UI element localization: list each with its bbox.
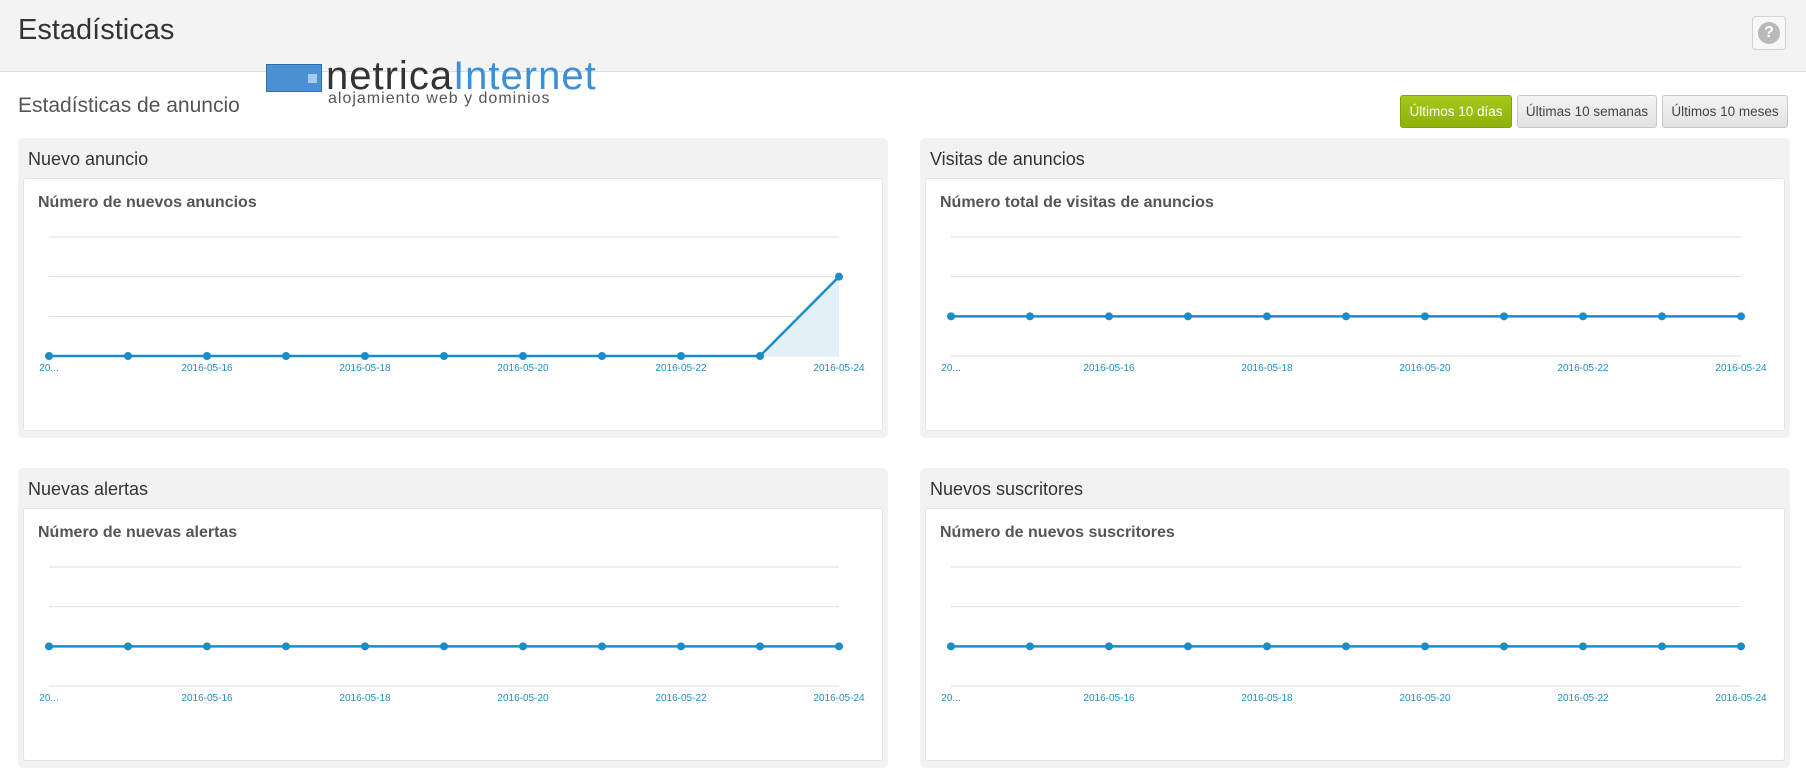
data-point-2016-05-17 <box>1184 312 1192 321</box>
data-point-2016-05-24 <box>835 272 843 281</box>
x-tick-label: 2016-05-20 <box>1399 693 1451 704</box>
x-tick-label: 2016-05-20 <box>497 693 549 704</box>
chart-new-ads: 20... 2016-05-16 2016-05-18 2016-05-20 2016-… <box>39 236 865 374</box>
data-point-2016-05-17 <box>282 352 290 360</box>
panel-body: Número total de visitas de anuncios 20..… <box>925 178 1785 431</box>
chart-new-alerts: 20... 2016-05-16 2016-05-18 2016-05-20 2016-… <box>39 566 865 704</box>
range-button-10-days[interactable]: Últimos 10 días <box>1400 95 1512 128</box>
panel-body: Número de nuevas alertas 20... 2016-05-16… <box>23 508 883 761</box>
x-tick-label: 2016-05-22 <box>655 363 707 374</box>
data-point-2016-05-15 <box>1026 642 1034 651</box>
panel-body: Número de nuevos anuncios 20... 2016-05-1… <box>23 178 883 431</box>
data-point-2016-05-22 <box>1579 312 1587 321</box>
x-tick-label: 20... <box>941 363 960 374</box>
data-point-2016-05-20 <box>1421 642 1429 651</box>
x-tick-label: 2016-05-16 <box>1083 693 1135 704</box>
x-tick-label: 2016-05-24 <box>813 363 865 374</box>
data-point-2016-05-23 <box>1658 312 1666 321</box>
data-point-2016-05-15 <box>124 642 132 651</box>
panel-new-ads: Nuevo anuncio Número de nuevos anuncios … <box>18 138 888 438</box>
data-point-2016-05-16 <box>203 352 211 360</box>
data-point-2016-05-17 <box>1184 642 1192 651</box>
data-point-2016-05-21 <box>1500 312 1508 321</box>
data-point-2016-05-18 <box>1263 312 1271 321</box>
logo-tagline: alojamiento web y dominios <box>328 90 551 107</box>
data-point-2016-05-14 <box>947 642 955 651</box>
data-point-2016-05-14 <box>45 352 53 360</box>
logo-mark-icon <box>266 64 322 92</box>
data-point-2016-05-14 <box>947 312 955 321</box>
x-tick-label: 2016-05-20 <box>1399 363 1451 374</box>
data-point-2016-05-15 <box>1026 312 1034 321</box>
x-tick-label: 2016-05-24 <box>1715 363 1767 374</box>
data-point-2016-05-22 <box>677 642 685 651</box>
data-point-2016-05-21 <box>598 642 606 651</box>
data-point-2016-05-18 <box>361 352 369 360</box>
data-point-2016-05-17 <box>282 642 290 651</box>
x-tick-label: 2016-05-22 <box>655 693 707 704</box>
panel-new-alerts: Nuevas alertas Número de nuevas alertas … <box>18 468 888 768</box>
page-title: Estadísticas <box>18 14 175 46</box>
data-point-2016-05-16 <box>203 642 211 651</box>
panel-title: Nuevos suscritores <box>930 479 1084 499</box>
x-tick-label: 20... <box>39 693 58 704</box>
data-point-2016-05-24 <box>835 642 843 651</box>
x-tick-label: 2016-05-22 <box>1557 693 1609 704</box>
x-tick-label: 2016-05-18 <box>339 693 391 704</box>
data-point-2016-05-16 <box>1105 312 1113 321</box>
data-point-2016-05-19 <box>440 352 448 360</box>
data-point-2016-05-18 <box>1263 642 1271 651</box>
x-tick-label: 2016-05-22 <box>1557 363 1609 374</box>
data-point-2016-05-21 <box>1500 642 1508 651</box>
data-point-2016-05-22 <box>677 352 685 360</box>
x-tick-label: 20... <box>39 363 58 374</box>
panel-title: Visitas de anuncios <box>930 149 1085 169</box>
x-tick-label: 2016-05-16 <box>181 693 233 704</box>
data-point-2016-05-20 <box>1421 312 1429 321</box>
panel-title: Nuevo anuncio <box>28 149 149 169</box>
x-tick-label: 2016-05-18 <box>1241 693 1293 704</box>
panel-ad-visits: Visitas de anuncios Número total de visi… <box>920 138 1790 438</box>
netrica-logo: netricaInternet alojamiento web y domini… <box>266 54 606 107</box>
data-point-2016-05-24 <box>1737 312 1745 321</box>
data-point-2016-05-23 <box>756 352 764 360</box>
data-point-2016-05-15 <box>124 352 132 360</box>
data-point-2016-05-19 <box>440 642 448 651</box>
range-button-10-weeks[interactable]: Últimas 10 semanas <box>1517 95 1657 128</box>
data-point-2016-05-19 <box>1342 312 1350 321</box>
panel-body: Número de nuevos suscritores 20... 2016-0… <box>925 508 1785 761</box>
range-button-10-months[interactable]: Últimos 10 meses <box>1662 95 1788 128</box>
x-tick-label: 2016-05-20 <box>497 363 549 374</box>
data-point-2016-05-21 <box>598 352 606 360</box>
x-tick-label: 2016-05-24 <box>813 693 865 704</box>
panel-new-subscribers: Nuevos suscritores Número de nuevos susc… <box>920 468 1790 768</box>
data-point-2016-05-24 <box>1737 642 1745 651</box>
chart-ad-visits: 20... 2016-05-16 2016-05-18 2016-05-20 2016-… <box>941 236 1767 374</box>
data-point-2016-05-20 <box>519 642 527 651</box>
data-point-2016-05-19 <box>1342 642 1350 651</box>
data-point-2016-05-23 <box>1658 642 1666 651</box>
x-tick-label: 20... <box>941 693 960 704</box>
help-button[interactable]: ? <box>1752 16 1786 50</box>
data-point-2016-05-14 <box>45 642 53 651</box>
panel-title: Nuevas alertas <box>28 479 149 499</box>
data-point-2016-05-18 <box>361 642 369 651</box>
x-tick-label: 2016-05-18 <box>339 363 391 374</box>
section-title: Estadísticas de anuncio <box>18 94 240 117</box>
data-point-2016-05-20 <box>519 352 527 360</box>
chart-new-subscribers: 20... 2016-05-16 2016-05-18 2016-05-20 2016-… <box>941 566 1767 704</box>
help-icon: ? <box>1758 22 1780 44</box>
x-tick-label: 2016-05-24 <box>1715 693 1767 704</box>
data-point-2016-05-23 <box>756 642 764 651</box>
x-tick-label: 2016-05-18 <box>1241 363 1293 374</box>
x-tick-label: 2016-05-16 <box>181 363 233 374</box>
x-tick-label: 2016-05-16 <box>1083 363 1135 374</box>
data-point-2016-05-22 <box>1579 642 1587 651</box>
data-point-2016-05-16 <box>1105 642 1113 651</box>
